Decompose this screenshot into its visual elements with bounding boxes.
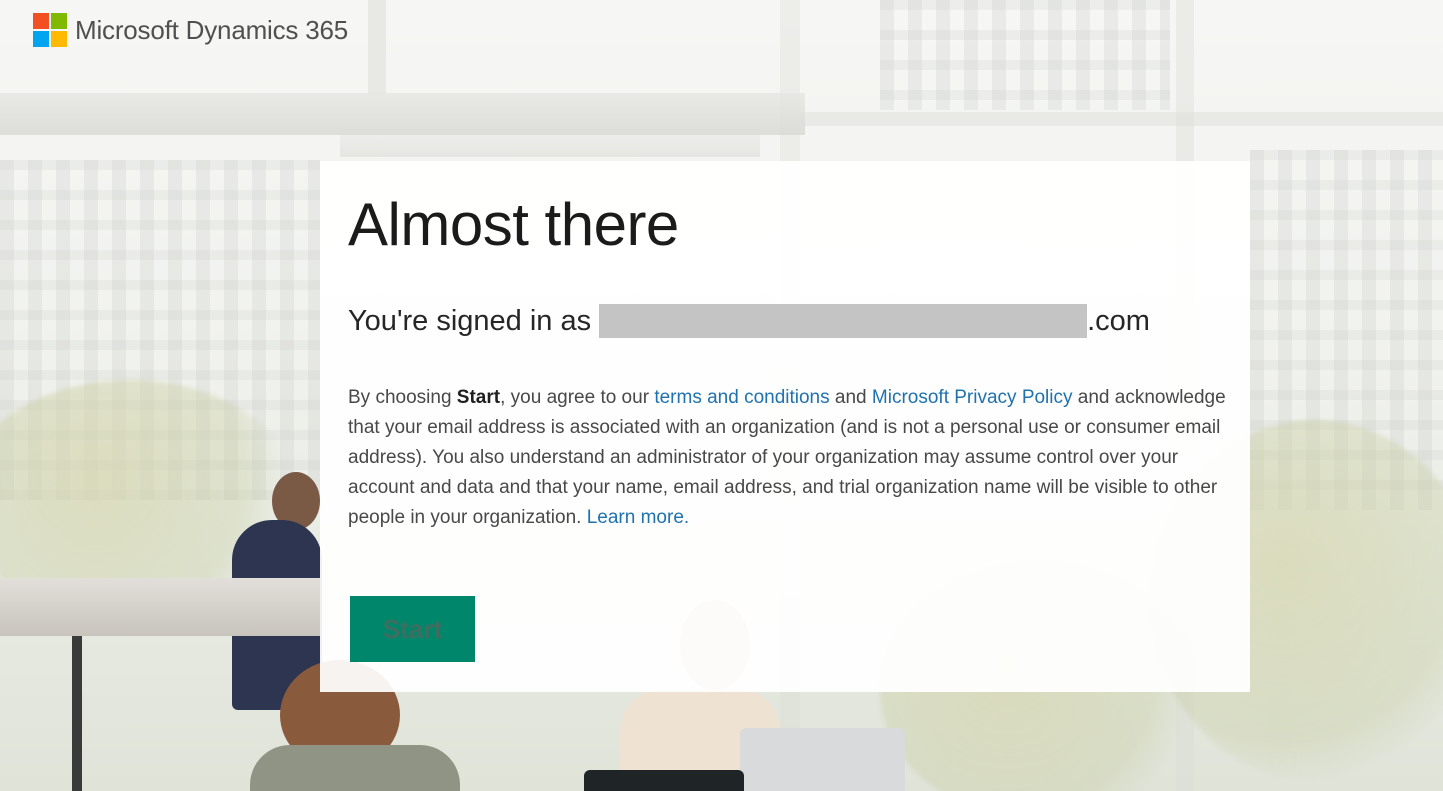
brand-header: Microsoft Dynamics 365 [33, 13, 348, 47]
agreement-start-word: Start [456, 387, 501, 408]
signed-in-line: You're signed in as .com [348, 301, 1222, 341]
logo-square-red [33, 13, 49, 29]
privacy-policy-link[interactable]: Microsoft Privacy Policy [872, 387, 1073, 408]
signed-in-prefix: You're signed in as [348, 304, 592, 337]
redacted-email [599, 304, 1088, 338]
agreement-part4: and acknowledge that your email address … [348, 387, 1226, 528]
page-title: Almost there [348, 191, 679, 258]
microsoft-logo-icon [33, 13, 67, 47]
brand-title: Microsoft Dynamics 365 [75, 14, 349, 45]
agreement-part2: , you agree to our [500, 387, 655, 408]
logo-square-yellow [51, 31, 67, 47]
learn-more-link[interactable]: Learn more. [587, 507, 689, 528]
terms-link[interactable]: terms and conditions [654, 387, 829, 408]
start-button[interactable]: Start [350, 596, 475, 662]
agreement-part3: and [829, 387, 872, 408]
agreement-part1: By choosing [348, 387, 457, 408]
signup-card: Almost there You're signed in as .com By… [320, 161, 1250, 692]
logo-square-blue [33, 31, 49, 47]
agreement-text: By choosing Start, you agree to our term… [348, 383, 1228, 533]
email-domain-suffix: .com [1087, 304, 1150, 337]
logo-square-green [51, 13, 67, 29]
